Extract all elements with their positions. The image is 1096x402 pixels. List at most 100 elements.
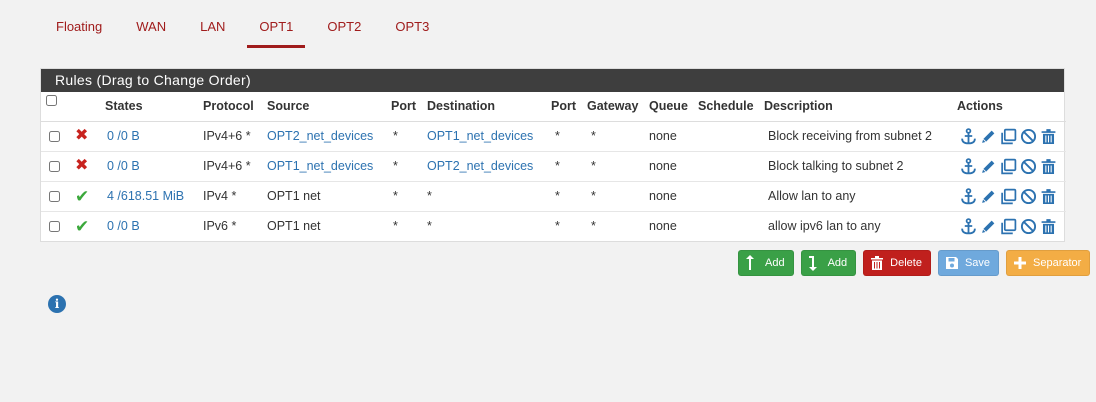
source-value: OPT1 net — [267, 219, 321, 234]
queue-cell: none — [645, 151, 694, 182]
header-queue: Queue — [645, 92, 694, 122]
header-source-port: Port — [387, 92, 423, 122]
queue-cell: none — [645, 121, 694, 152]
copy-icon[interactable] — [999, 157, 1017, 175]
anchor-icon[interactable] — [959, 187, 977, 205]
schedule-cell — [694, 121, 760, 152]
gateway-cell: * — [583, 151, 645, 182]
copy-icon[interactable] — [999, 217, 1017, 235]
actions-cell — [953, 151, 1066, 182]
table-row[interactable]: ✖ 0 /0 B IPv4+6 * OPT1_net_devices * OPT2_net… — [41, 151, 1066, 182]
anchor-icon[interactable] — [959, 157, 977, 175]
table-row[interactable]: ✔ 0 /0 B IPv6 * OPT1 net * * * * none allow ipv6 … — [41, 211, 1066, 241]
row-checkbox[interactable] — [49, 131, 60, 143]
add-rule-top-label: Add — [765, 257, 785, 269]
destination-port-cell: * — [547, 181, 583, 212]
row-checkbox[interactable] — [49, 161, 60, 173]
ban-icon[interactable] — [1019, 187, 1037, 205]
protocol-cell: IPv4+6 * — [199, 151, 263, 182]
header-gateway: Gateway — [583, 92, 645, 122]
save-button[interactable]: Save — [937, 250, 1000, 276]
add-rule-bottom-label: Add — [827, 257, 848, 269]
row-checkbox[interactable] — [49, 221, 60, 233]
trash-icon[interactable] — [1039, 157, 1057, 175]
protocol-cell: IPv6 * — [203, 219, 237, 234]
add-rule-top-button[interactable]: Add — [738, 250, 794, 276]
tab-wan[interactable]: WAN — [124, 6, 178, 48]
x-icon[interactable]: ✖ — [75, 157, 88, 174]
tab-opt1[interactable]: OPT1 — [247, 6, 306, 48]
destination-value[interactable]: OPT2_net_devices — [427, 159, 533, 173]
copy-icon[interactable] — [999, 127, 1017, 145]
trash-icon — [871, 256, 884, 270]
source-cell: OPT1 net — [263, 211, 387, 241]
select-all-checkbox[interactable] — [46, 95, 57, 106]
source-port-cell: * — [387, 121, 423, 152]
tab-opt2[interactable]: OPT2 — [315, 6, 373, 48]
destination-cell: * — [423, 211, 547, 241]
status-cell: ✔ — [69, 211, 101, 241]
arrow-up-icon — [746, 255, 754, 270]
row-checkbox[interactable] — [49, 191, 60, 203]
check-icon[interactable]: ✔ — [75, 217, 89, 236]
ban-icon[interactable] — [1019, 157, 1037, 175]
header-protocol: Protocol — [199, 92, 263, 122]
header-select-all[interactable] — [41, 92, 69, 122]
anchor-icon[interactable] — [959, 127, 977, 145]
gateway-cell: * — [583, 121, 645, 152]
copy-icon[interactable] — [999, 187, 1017, 205]
save-icon — [945, 257, 958, 269]
header-destination-port: Port — [547, 92, 583, 122]
header-destination: Destination — [423, 92, 547, 122]
states-link[interactable]: 0 /0 B — [107, 219, 140, 233]
states-link[interactable]: 0 /0 B — [107, 129, 140, 143]
row-select-cell — [41, 151, 69, 182]
tab-floating[interactable]: Floating — [44, 6, 114, 48]
pencil-icon[interactable] — [979, 187, 997, 205]
states-cell: 0 /0 B — [101, 121, 199, 152]
header-status — [69, 92, 101, 122]
header-states: States — [101, 92, 199, 122]
states-cell: 0 /0 B — [101, 151, 199, 182]
table-row[interactable]: ✔ 4 /618.51 MiB IPv4 * OPT1 net * * * * none Allo… — [41, 181, 1066, 212]
description-cell: Block receiving from subnet 2 — [760, 121, 953, 152]
arrow-down-icon — [808, 256, 817, 271]
ban-icon[interactable] — [1019, 127, 1037, 145]
source-value[interactable]: OPT1_net_devices — [267, 159, 373, 173]
rules-table: States Protocol Source Port Destination … — [41, 92, 1066, 241]
source-value[interactable]: OPT2_net_devices — [267, 129, 373, 143]
states-cell: 0 /0 B — [101, 211, 199, 241]
info-icon[interactable]: i — [48, 295, 66, 313]
actions-cell — [953, 121, 1066, 152]
schedule-cell — [694, 211, 760, 241]
header-source: Source — [263, 92, 387, 122]
schedule-cell — [694, 151, 760, 182]
tab-lan[interactable]: LAN — [188, 6, 237, 48]
tab-opt3[interactable]: OPT3 — [383, 6, 441, 48]
states-link[interactable]: 0 /0 B — [107, 159, 140, 173]
x-icon[interactable]: ✖ — [75, 127, 88, 144]
add-rule-bottom-button[interactable]: Add — [800, 250, 857, 276]
source-cell: OPT1 net — [263, 181, 387, 212]
ban-icon[interactable] — [1019, 217, 1037, 235]
trash-icon[interactable] — [1039, 127, 1057, 145]
destination-value[interactable]: OPT1_net_devices — [427, 129, 533, 143]
source-port-cell: * — [387, 181, 423, 212]
anchor-icon[interactable] — [959, 217, 977, 235]
add-separator-button[interactable]: Separator — [1006, 250, 1091, 276]
trash-icon[interactable] — [1039, 187, 1057, 205]
delete-button[interactable]: Delete — [863, 250, 931, 276]
schedule-cell — [694, 181, 760, 212]
row-actions — [959, 157, 1062, 175]
states-link[interactable]: 4 /618.51 MiB — [107, 189, 184, 203]
pencil-icon[interactable] — [979, 217, 997, 235]
row-select-cell — [41, 211, 69, 241]
trash-icon[interactable] — [1039, 217, 1057, 235]
check-icon[interactable]: ✔ — [75, 187, 89, 206]
table-row[interactable]: ✖ 0 /0 B IPv4+6 * OPT2_net_devices * OPT1_net… — [41, 121, 1066, 152]
pencil-icon[interactable] — [979, 127, 997, 145]
panel-title: Rules (Drag to Change Order) — [41, 69, 1064, 92]
pencil-icon[interactable] — [979, 157, 997, 175]
description-cell: Block talking to subnet 2 — [760, 151, 953, 182]
header-description: Description — [760, 92, 953, 122]
